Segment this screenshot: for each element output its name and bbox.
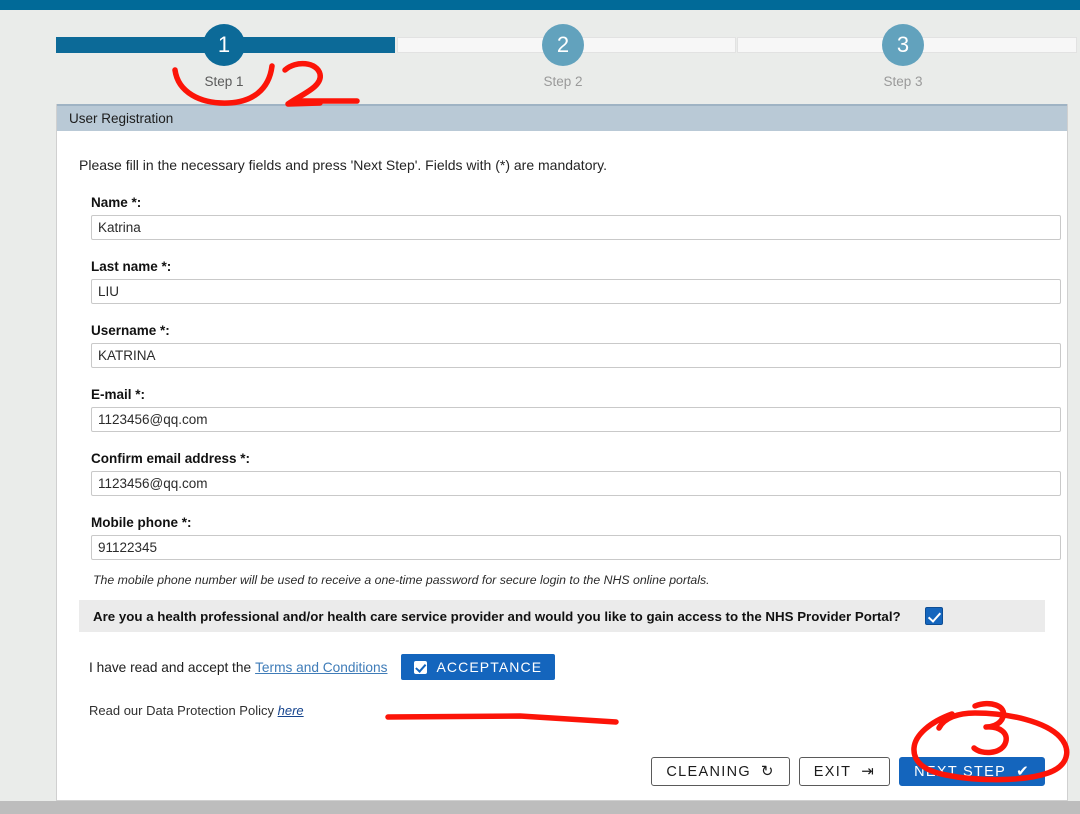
- data-protection-prefix-text: Read our Data Protection Policy: [89, 703, 274, 718]
- exit-button[interactable]: EXIT ⇥: [798, 757, 891, 786]
- field-name-label: Name *:: [91, 195, 142, 210]
- check-icon: [414, 660, 428, 674]
- panel-body: Please fill in the necessary fields and …: [57, 131, 1067, 718]
- mobile-phone-note: The mobile phone number will be used to …: [93, 573, 710, 587]
- panel-header: User Registration: [57, 104, 1067, 131]
- next-step-button-label: NEXT STEP: [914, 763, 1007, 780]
- sign-out-icon: ⇥: [861, 763, 876, 780]
- mobile-phone-input[interactable]: [91, 535, 1061, 560]
- provider-portal-question-row: Are you a health professional and/or hea…: [79, 600, 1045, 632]
- terms-and-conditions-link[interactable]: Terms and Conditions: [255, 660, 387, 675]
- next-step-button[interactable]: NEXT STEP ✔: [899, 757, 1045, 786]
- check-icon: ✔: [1016, 763, 1030, 780]
- provider-portal-question-text: Are you a health professional and/or hea…: [93, 608, 901, 624]
- panel-title: User Registration: [69, 111, 174, 126]
- field-name: Name *:: [79, 195, 1061, 240]
- stepper-step-1[interactable]: 1 Step 1: [164, 24, 284, 89]
- exit-button-label: EXIT: [813, 763, 852, 780]
- field-last-name-label: Last name *:: [91, 259, 172, 274]
- confirm-email-input[interactable]: [91, 471, 1061, 496]
- last-name-input[interactable]: [91, 279, 1061, 304]
- provider-portal-checkbox[interactable]: [924, 607, 943, 625]
- horizontal-scrollbar[interactable]: [0, 801, 1080, 814]
- data-protection-policy-link[interactable]: here: [278, 703, 304, 718]
- user-registration-panel: User Registration Please fill in the nec…: [56, 104, 1068, 801]
- terms-row: I have read and accept the Terms and Con…: [89, 654, 1045, 680]
- stepper-step-2[interactable]: 2 Step 2: [503, 24, 623, 89]
- field-username: Username *:: [79, 323, 1061, 368]
- field-email-label: E-mail *:: [91, 387, 146, 402]
- progress-stepper: 1 Step 1 2 Step 2 3 Step 3: [0, 10, 1080, 100]
- step-2-circle: 2: [542, 24, 584, 66]
- cleaning-button-label: CLEANING: [666, 763, 751, 780]
- step-3-label: Step 3: [883, 74, 923, 89]
- field-username-label: Username *:: [91, 323, 170, 338]
- cleaning-button[interactable]: CLEANING ↻: [651, 757, 790, 786]
- form-footer-buttons: CLEANING ↻ EXIT ⇥ NEXT STEP ✔: [57, 757, 1067, 786]
- step-1-label: Step 1: [204, 74, 244, 89]
- field-email: E-mail *:: [79, 387, 1061, 432]
- data-protection-policy-row: Read our Data Protection Policy here: [89, 703, 1045, 718]
- form-intro-text: Please fill in the necessary fields and …: [79, 157, 607, 173]
- acceptance-button[interactable]: ACCEPTANCE: [401, 654, 556, 680]
- top-accent-bar: [0, 0, 1080, 10]
- step-1-circle: 1: [203, 24, 245, 66]
- terms-prefix-text: I have read and accept the: [89, 659, 252, 675]
- stepper-step-3[interactable]: 3 Step 3: [843, 24, 963, 89]
- step-3-circle: 3: [882, 24, 924, 66]
- username-input[interactable]: [91, 343, 1061, 368]
- refresh-icon: ↻: [760, 763, 775, 780]
- name-input[interactable]: [91, 215, 1061, 240]
- field-confirm-email: Confirm email address *:: [79, 451, 1061, 496]
- step-2-label: Step 2: [543, 74, 583, 89]
- field-mobile-phone: Mobile phone *:: [79, 515, 1061, 560]
- field-mobile-phone-label: Mobile phone *:: [91, 515, 192, 530]
- acceptance-button-label: ACCEPTANCE: [436, 659, 543, 675]
- field-last-name: Last name *:: [79, 259, 1061, 304]
- email-input[interactable]: [91, 407, 1061, 432]
- field-confirm-email-label: Confirm email address *:: [91, 451, 251, 466]
